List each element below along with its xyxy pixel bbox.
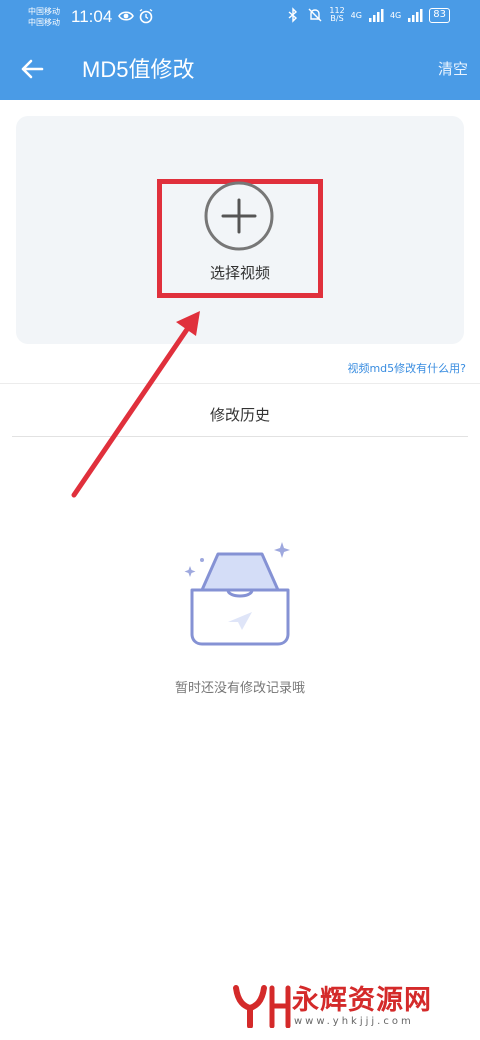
- md5-help-link[interactable]: 视频md5修改有什么用?: [347, 360, 466, 376]
- mute-bell-icon: [308, 8, 322, 22]
- back-arrow-icon[interactable]: [18, 55, 46, 83]
- net-speed-unit: B/S: [330, 14, 344, 23]
- battery-indicator: 83: [429, 7, 450, 23]
- eye-icon: [118, 11, 134, 21]
- watermark: 永辉资源网 www.yhkjjj.com: [232, 984, 432, 1028]
- empty-inbox-icon: [184, 542, 290, 646]
- empty-history-text: 暂时还没有修改记录哦: [174, 681, 305, 696]
- top-bar: 中国移动 中国移动 11:04 112 B/S 4G 4G 83 MD5值修改 …: [0, 0, 480, 100]
- add-video-icon[interactable]: [203, 180, 275, 252]
- history-divider: [12, 436, 468, 437]
- signal-label-1: 4G: [350, 10, 362, 20]
- carriers: 中国移动 中国移动: [28, 6, 60, 28]
- signal-icon: [368, 9, 384, 22]
- page-title: MD5值修改: [82, 57, 195, 82]
- alarm-icon: [139, 8, 153, 24]
- watermark-brand: 永辉资源网: [292, 984, 432, 1016]
- carrier-1: 中国移动: [28, 7, 60, 16]
- watermark-logo-icon: [233, 985, 291, 1028]
- status-icons: [118, 8, 154, 24]
- divider: [0, 383, 480, 384]
- select-video-label[interactable]: 选择视频: [200, 262, 280, 283]
- carrier-2: 中国移动: [28, 18, 60, 27]
- signal-icon: [408, 9, 423, 22]
- clear-button[interactable]: 清空: [438, 58, 468, 79]
- status-bar: 中国移动 中国移动 11:04 112 B/S 4G 4G 83: [0, 0, 480, 38]
- signal-label-2: 4G: [389, 10, 402, 20]
- watermark-url: www.yhkjjj.com: [294, 1015, 414, 1027]
- history-title: 修改历史: [209, 406, 270, 424]
- watermark-text: 永辉资源网 www.yhkjjj.com: [292, 984, 432, 1027]
- bluetooth-icon: [288, 7, 298, 23]
- net-speed: 112 B/S: [329, 7, 344, 23]
- app-bar: MD5值修改 清空: [0, 38, 480, 100]
- status-time: 11:04: [71, 7, 113, 26]
- status-right: 112 B/S 4G 4G 83: [285, 7, 450, 23]
